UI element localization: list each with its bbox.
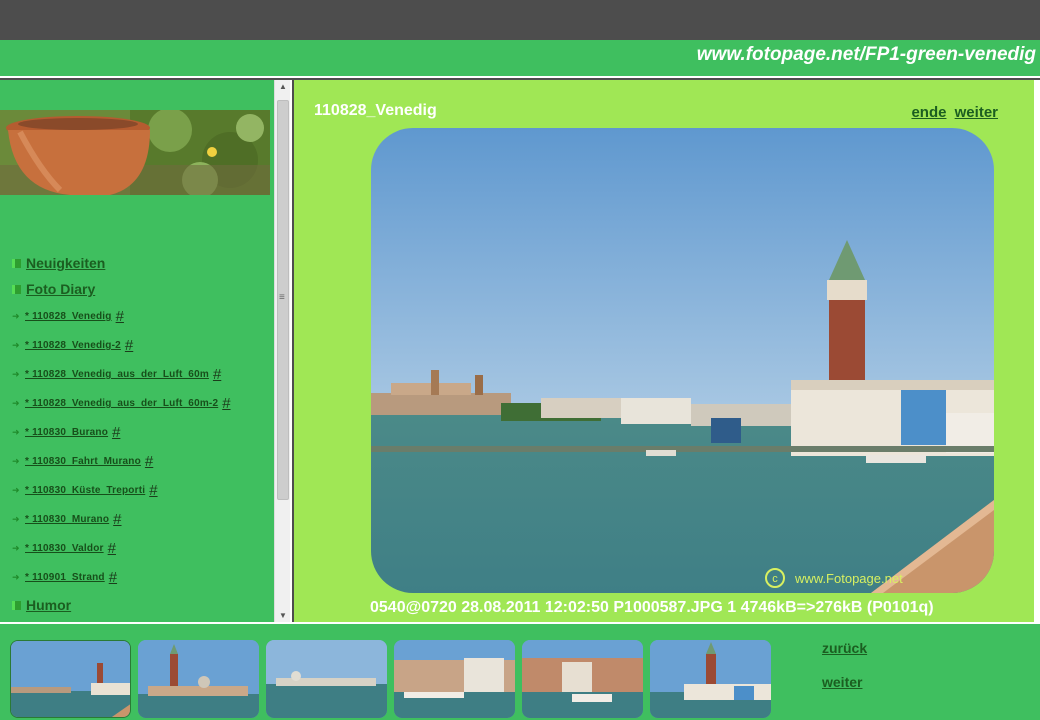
page-nav: ende weiter <box>907 104 998 121</box>
diary-link[interactable]: * 110901_Strand <box>25 572 105 583</box>
next-link[interactable]: weiter <box>955 104 998 121</box>
hash-link[interactable]: # <box>109 569 117 586</box>
browser-top-bar <box>0 0 1040 40</box>
scroll-grip-icon: ≡ <box>279 292 285 303</box>
arrow-icon: ➜ <box>12 340 20 350</box>
diary-item[interactable]: ➜ * 110901_Strand # <box>12 563 274 592</box>
arrow-icon: ➜ <box>12 369 20 379</box>
svg-text:c: c <box>772 573 778 585</box>
main-photo[interactable]: c www.Fotopage.net <box>371 128 994 593</box>
menu-link[interactable]: Humor <box>26 597 71 613</box>
arrow-icon: ➜ <box>12 572 20 582</box>
page-title: 110828_Venedig <box>314 102 437 119</box>
diary-link[interactable]: * 110828_Venedig_aus_der_Luft_60m-2 <box>25 398 218 409</box>
arrow-icon: ➜ <box>12 427 20 437</box>
diary-item[interactable]: ➜ * 110830_Fahrt_Murano # <box>12 447 274 476</box>
next-link[interactable]: weiter <box>822 674 862 690</box>
diary-item[interactable]: ➜ * 110828_Venedig_aus_der_Luft_60m # <box>12 360 274 389</box>
diary-item[interactable]: ➜ * 110830_Burano # <box>12 418 274 447</box>
arrow-icon: ➜ <box>12 485 20 495</box>
diary-item[interactable]: ➜ * 110828_Venedig # <box>12 302 274 331</box>
arrow-icon: ➜ <box>12 543 20 553</box>
diary-link[interactable]: * 110830_Valdor <box>25 543 104 554</box>
hash-link[interactable]: # <box>145 453 153 470</box>
menu-link[interactable]: Neuigkeiten <box>26 255 105 271</box>
hash-link[interactable]: # <box>222 395 230 412</box>
site-header: www.fotopage.net/FP1-green-venedig <box>0 40 1040 78</box>
menu-item-foto-diary[interactable]: Foto Diary <box>12 276 274 302</box>
diary-item[interactable]: ➜ * 110830_Küste_Treporti # <box>12 476 274 505</box>
arrow-icon: ➜ <box>12 311 20 321</box>
diary-link[interactable]: * 110830_Burano <box>25 427 108 438</box>
end-link[interactable]: ende <box>911 104 946 121</box>
hash-link[interactable]: # <box>213 366 221 383</box>
menu-link[interactable]: Foto Diary <box>26 281 95 297</box>
thumbnail-strip: zurück weiter <box>0 622 1040 720</box>
thumbnail[interactable] <box>138 640 259 718</box>
thumbnail[interactable] <box>650 640 771 718</box>
thumbnail[interactable] <box>394 640 515 718</box>
bullet-icon <box>12 258 21 268</box>
thumbnail[interactable] <box>10 640 131 718</box>
diary-link[interactable]: * 110828_Venedig_aus_der_Luft_60m <box>25 369 209 380</box>
bullet-icon <box>12 600 21 610</box>
site-url: www.fotopage.net/FP1-green-venedig <box>696 44 1036 65</box>
hash-link[interactable]: # <box>149 482 157 499</box>
diary-item[interactable]: ➜ * 110828_Venedig-2 # <box>12 331 274 360</box>
arrow-icon: ➜ <box>12 514 20 524</box>
menu-item-humor[interactable]: Humor <box>12 592 274 618</box>
sidebar: Neuigkeiten Foto Diary ➜ * 110828_Venedig… <box>0 80 292 622</box>
photo-caption: 0540@0720 28.08.2011 12:02:50 P1000587.J… <box>370 599 934 616</box>
diary-item[interactable]: ➜ * 110830_Valdor # <box>12 534 274 563</box>
scroll-up-arrow-icon[interactable]: ▲ <box>275 82 290 91</box>
prev-link[interactable]: zurück <box>822 640 867 656</box>
diary-link[interactable]: * 110830_Fahrt_Murano <box>25 456 141 467</box>
hash-link[interactable]: # <box>108 540 116 557</box>
arrow-icon: ➜ <box>12 398 20 408</box>
diary-link[interactable]: * 110828_Venedig-2 <box>25 340 121 351</box>
sidebar-header-image <box>0 110 270 195</box>
hash-link[interactable]: # <box>116 308 124 325</box>
watermark-text: www.Fotopage.net <box>794 571 903 586</box>
diary-item[interactable]: ➜ * 110828_Venedig_aus_der_Luft_60m-2 # <box>12 389 274 418</box>
hash-link[interactable]: # <box>112 424 120 441</box>
sidebar-menu: Neuigkeiten Foto Diary ➜ * 110828_Venedig… <box>12 250 274 618</box>
scroll-down-arrow-icon[interactable]: ▼ <box>275 611 290 620</box>
hash-link[interactable]: # <box>125 337 133 354</box>
thumbnail[interactable] <box>522 640 643 718</box>
hash-link[interactable]: # <box>113 511 121 528</box>
bullet-icon <box>12 284 21 294</box>
diary-link[interactable]: * 110830_Murano <box>25 514 109 525</box>
thumbnail[interactable] <box>266 640 387 718</box>
sidebar-scrollbar[interactable]: ▲ ≡ ▼ <box>274 80 290 622</box>
right-edge <box>1034 80 1040 622</box>
menu-item-neuigkeiten[interactable]: Neuigkeiten <box>12 250 274 276</box>
diary-link[interactable]: * 110828_Venedig <box>25 311 112 322</box>
arrow-icon: ➜ <box>12 456 20 466</box>
main-content: 110828_Venedig ende weiter c www.Fotopag… <box>294 80 1034 622</box>
diary-link[interactable]: * 110830_Küste_Treporti <box>25 485 145 496</box>
diary-item[interactable]: ➜ * 110830_Murano # <box>12 505 274 534</box>
